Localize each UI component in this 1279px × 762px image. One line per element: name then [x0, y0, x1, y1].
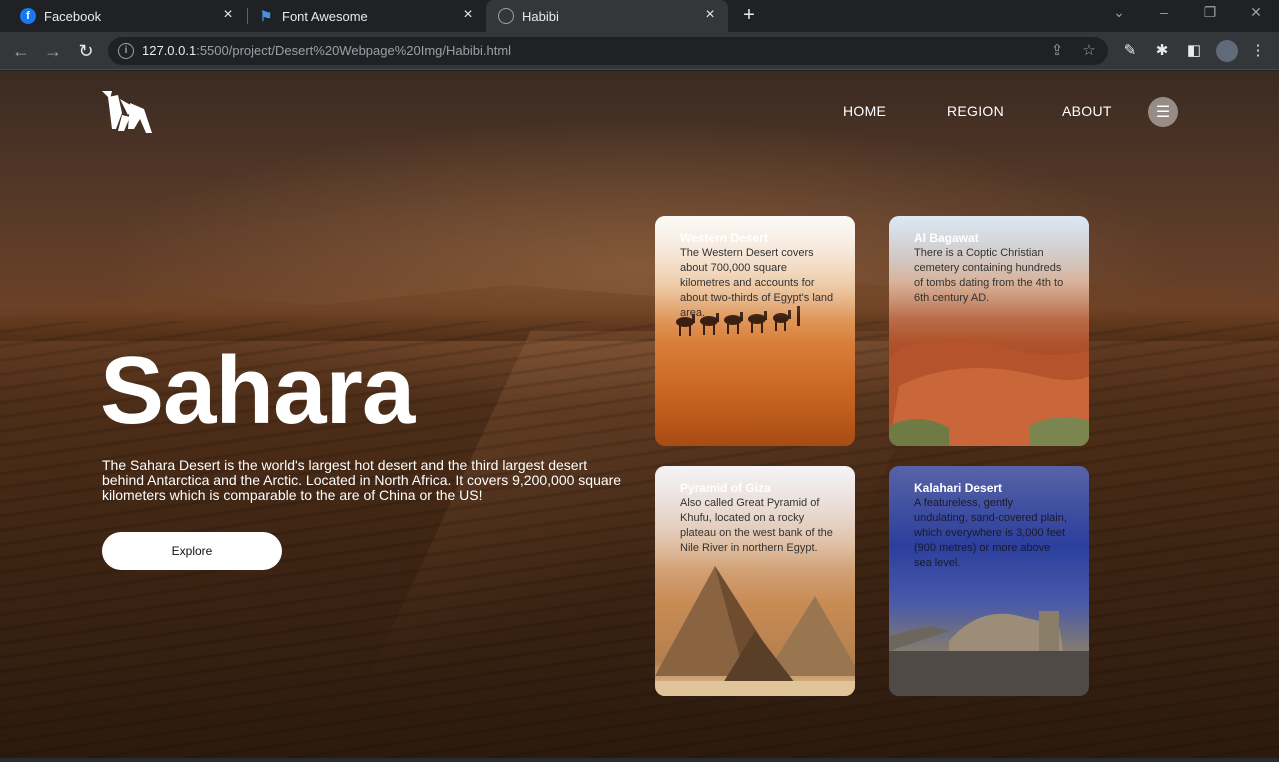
- window-bottom-edge: [0, 758, 1279, 762]
- back-icon[interactable]: ←: [10, 40, 32, 62]
- extensions-icon[interactable]: ✱: [1152, 41, 1172, 61]
- menu-kebab-icon[interactable]: ⋮: [1248, 41, 1268, 61]
- profile-avatar[interactable]: [1216, 40, 1238, 62]
- tab-bar: f Facebook × ⚑ Font Awesome × Habibi × +…: [0, 0, 1279, 32]
- info-icon[interactable]: i: [118, 43, 134, 59]
- forward-icon[interactable]: →: [42, 40, 64, 62]
- close-icon[interactable]: ×: [460, 7, 476, 24]
- globe-icon: [498, 8, 514, 24]
- url-text[interactable]: 127.0.0.1:5500/project/Desert%20Webpage%…: [142, 43, 511, 58]
- tab-font-awesome[interactable]: ⚑ Font Awesome ×: [248, 0, 486, 32]
- card-western-desert[interactable]: Western Desert The Western Desert covers…: [655, 216, 855, 446]
- browser-toolbar: ← → ↻ i 127.0.0.1:5500/project/Desert%20…: [0, 32, 1279, 70]
- pen-extension-icon[interactable]: ✎: [1120, 41, 1140, 61]
- url-path: :5500/project/Desert%20Webpage%20Img/Hab…: [196, 43, 512, 58]
- tab-title: Habibi: [522, 8, 559, 24]
- facebook-icon: f: [20, 8, 36, 24]
- hero-description: The Sahara Desert is the world's largest…: [102, 457, 622, 503]
- close-icon[interactable]: ×: [220, 7, 236, 24]
- tab-title: Facebook: [44, 8, 102, 24]
- webpage: HOME REGION ABOUT ☰ Sahara The Sahara De…: [0, 71, 1279, 762]
- card-text: Also called Great Pyramid of Khufu, loca…: [680, 497, 833, 554]
- explore-button[interactable]: Explore: [102, 532, 282, 570]
- bookmark-star-icon[interactable]: ☆: [1080, 42, 1098, 60]
- nav-home[interactable]: HOME: [843, 103, 886, 119]
- side-panel-icon[interactable]: ◧: [1184, 41, 1204, 61]
- tab-habibi[interactable]: Habibi ×: [486, 0, 728, 32]
- card-title: Western Desert: [680, 231, 768, 245]
- card-title: Kalahari Desert: [914, 481, 1003, 495]
- card-al-bagawat[interactable]: Al Bagawat There is a Coptic Christian c…: [889, 216, 1089, 446]
- camel-logo-icon[interactable]: [100, 89, 154, 135]
- hero-title: Sahara: [100, 337, 415, 444]
- card-text: A featureless, gently undulating, sand-c…: [914, 497, 1067, 569]
- minimize-button[interactable]: –: [1152, 4, 1176, 20]
- nav-about[interactable]: ABOUT: [1062, 103, 1112, 119]
- nav-region[interactable]: REGION: [947, 103, 1004, 119]
- tab-search-icon[interactable]: ⌄: [1107, 4, 1131, 21]
- card-text: There is a Coptic Christian cemetery con…: [914, 247, 1064, 304]
- restore-button[interactable]: ❐: [1198, 4, 1222, 21]
- url-host: 127.0.0.1: [142, 43, 197, 58]
- new-tab-button[interactable]: +: [739, 5, 759, 26]
- share-icon[interactable]: ⇪: [1048, 42, 1066, 60]
- card-title: Pyramid of Giza: [680, 481, 771, 495]
- card-text: The Western Desert covers about 700,000 …: [680, 247, 834, 319]
- address-bar[interactable]: i 127.0.0.1:5500/project/Desert%20Webpag…: [108, 37, 1108, 65]
- close-window-button[interactable]: ✕: [1244, 4, 1268, 21]
- close-icon[interactable]: ×: [702, 7, 718, 24]
- flag-icon: ⚑: [259, 7, 273, 24]
- card-pyramid-of-giza[interactable]: Pyramid of Giza Also called Great Pyrami…: [655, 466, 855, 696]
- tab-facebook[interactable]: f Facebook ×: [0, 0, 246, 32]
- card-title: Al Bagawat: [914, 231, 979, 245]
- tab-title: Font Awesome: [282, 8, 368, 24]
- card-kalahari-desert[interactable]: Kalahari Desert A featureless, gently un…: [889, 466, 1089, 696]
- hamburger-menu-icon[interactable]: ☰: [1148, 97, 1178, 127]
- reload-icon[interactable]: ↻: [75, 40, 97, 62]
